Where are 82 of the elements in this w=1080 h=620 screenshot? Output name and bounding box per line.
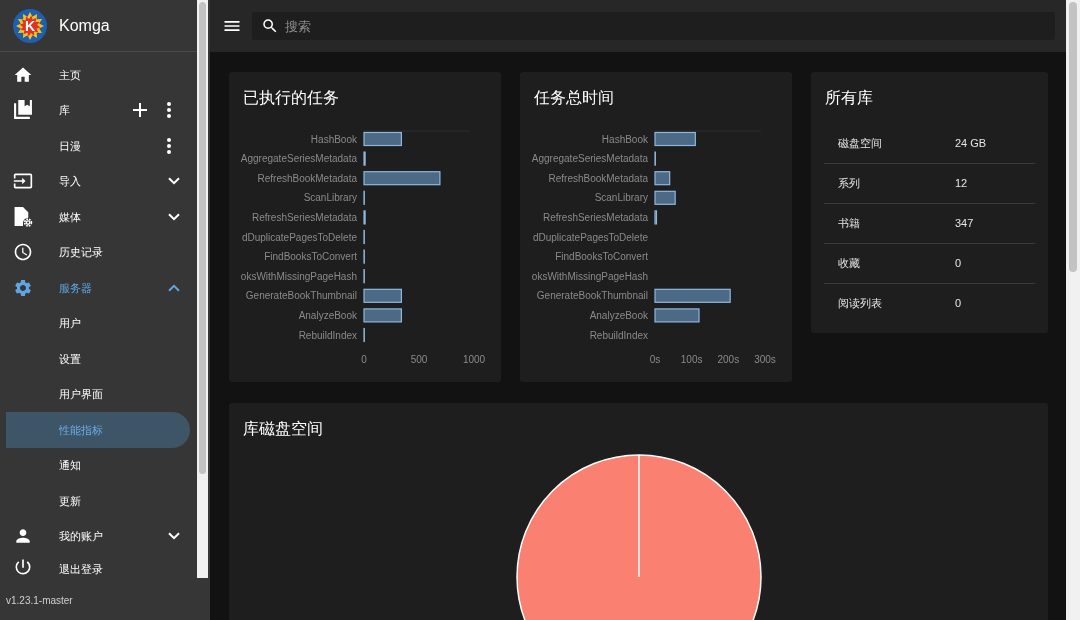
nav-item[interactable]: 主页 <box>6 57 190 93</box>
category-label: RebuildIndex <box>589 329 648 341</box>
tick-label: 100s <box>680 353 703 365</box>
category-label: HashBook <box>310 133 357 145</box>
nav-group[interactable]: 服务器 <box>6 270 190 306</box>
category-label: FindBooksToConvert <box>555 251 648 263</box>
plus-icon <box>133 103 147 118</box>
stat-value: 347 <box>955 216 974 232</box>
app-name: Komga <box>59 15 110 36</box>
stat-label: 书籍 <box>837 216 861 232</box>
clock-icon <box>13 242 33 263</box>
category-label: oksWithMissingPageHash <box>531 270 648 282</box>
more-icon <box>167 102 171 119</box>
category-label: dDuplicatePagesToDelete <box>532 231 648 243</box>
card-title: 任务总时间 <box>533 88 615 108</box>
nav-item[interactable]: 日漫 <box>6 128 153 164</box>
category-label: RebuildIndex <box>298 329 357 341</box>
tick-label: 0s <box>649 353 661 365</box>
scrollbar-thumb[interactable] <box>199 2 206 474</box>
tick-label: 500 <box>410 353 428 365</box>
bar <box>654 210 658 225</box>
nav-item[interactable]: 库 <box>6 92 126 128</box>
tick-label: 300s <box>754 353 776 365</box>
nav-item[interactable]: 用户界面 <box>6 376 190 412</box>
stat-label: 磁盘空间 <box>837 136 883 152</box>
nav-item[interactable]: 历史记录 <box>6 234 190 270</box>
tick-label: 1000 <box>462 353 486 365</box>
category-label: AggregateSeriesMetadata <box>240 153 357 165</box>
nav-item[interactable]: 设置 <box>6 341 190 377</box>
category-label: AggregateSeriesMetadata <box>531 153 648 165</box>
stat-value: 24 GB <box>955 136 987 152</box>
tick-label: 0 <box>361 353 367 365</box>
category-label: GenerateBookThumbnail <box>245 290 357 302</box>
category-label: AnalyzeBook <box>298 309 357 321</box>
bar <box>363 288 402 303</box>
category-label: GenerateBookThumbnail <box>536 290 648 302</box>
nav-group[interactable]: 媒体 <box>6 199 190 235</box>
power-icon <box>13 557 33 577</box>
stat-label: 收藏 <box>837 256 861 272</box>
stat-value: 12 <box>955 176 968 192</box>
nav-item[interactable]: 用户 <box>6 305 190 341</box>
bar <box>363 131 402 147</box>
scrollbar-thumb[interactable] <box>1069 2 1077 272</box>
tick-label: 200s <box>717 353 740 365</box>
category-label: HashBook <box>601 133 648 145</box>
card-title: 库磁盘空间 <box>242 419 324 439</box>
stat-value: 0 <box>955 256 962 272</box>
nav-item[interactable]: 退出登录 <box>6 554 190 577</box>
card-title: 所有库 <box>824 88 874 108</box>
category-label: oksWithMissingPageHash <box>240 270 357 282</box>
bar <box>654 190 676 205</box>
settings-icon <box>13 277 33 298</box>
books-icon <box>13 100 33 121</box>
category-label: RefreshBookMetadata <box>257 172 357 184</box>
bar <box>363 151 366 166</box>
nav-item[interactable]: 更新 <box>6 483 190 519</box>
bar <box>654 171 671 186</box>
version-text: v1.23.1-master <box>6 595 73 606</box>
stat-value: 0 <box>955 296 962 312</box>
stat-label: 系列 <box>837 176 861 192</box>
category-label: AnalyzeBook <box>589 309 648 321</box>
stat-label: 阅读列表 <box>837 296 883 312</box>
bar <box>363 308 402 323</box>
category-label: RefreshSeriesMetadata <box>542 211 648 223</box>
more-icon <box>167 137 171 154</box>
category-label: FindBooksToConvert <box>264 251 357 263</box>
category-label: ScanLibrary <box>303 192 357 204</box>
bar <box>654 308 700 323</box>
bar <box>363 210 366 225</box>
card-title: 已执行的任务 <box>242 88 340 108</box>
nav-group[interactable]: 导入 <box>6 163 190 199</box>
nav-group[interactable]: 我的账户 <box>6 518 190 554</box>
search-icon <box>261 17 279 35</box>
category-label: RefreshSeriesMetadata <box>251 211 357 223</box>
category-label: dDuplicatePagesToDelete <box>241 231 357 243</box>
category-label: ScanLibrary <box>594 192 648 204</box>
search-field[interactable]: 搜索 <box>252 12 1055 40</box>
bar <box>654 131 696 147</box>
file-cog-icon <box>13 206 33 227</box>
logo-icon: K <box>13 8 47 43</box>
nav-item[interactable]: 通知 <box>6 447 190 483</box>
category-label: RefreshBookMetadata <box>548 172 648 184</box>
